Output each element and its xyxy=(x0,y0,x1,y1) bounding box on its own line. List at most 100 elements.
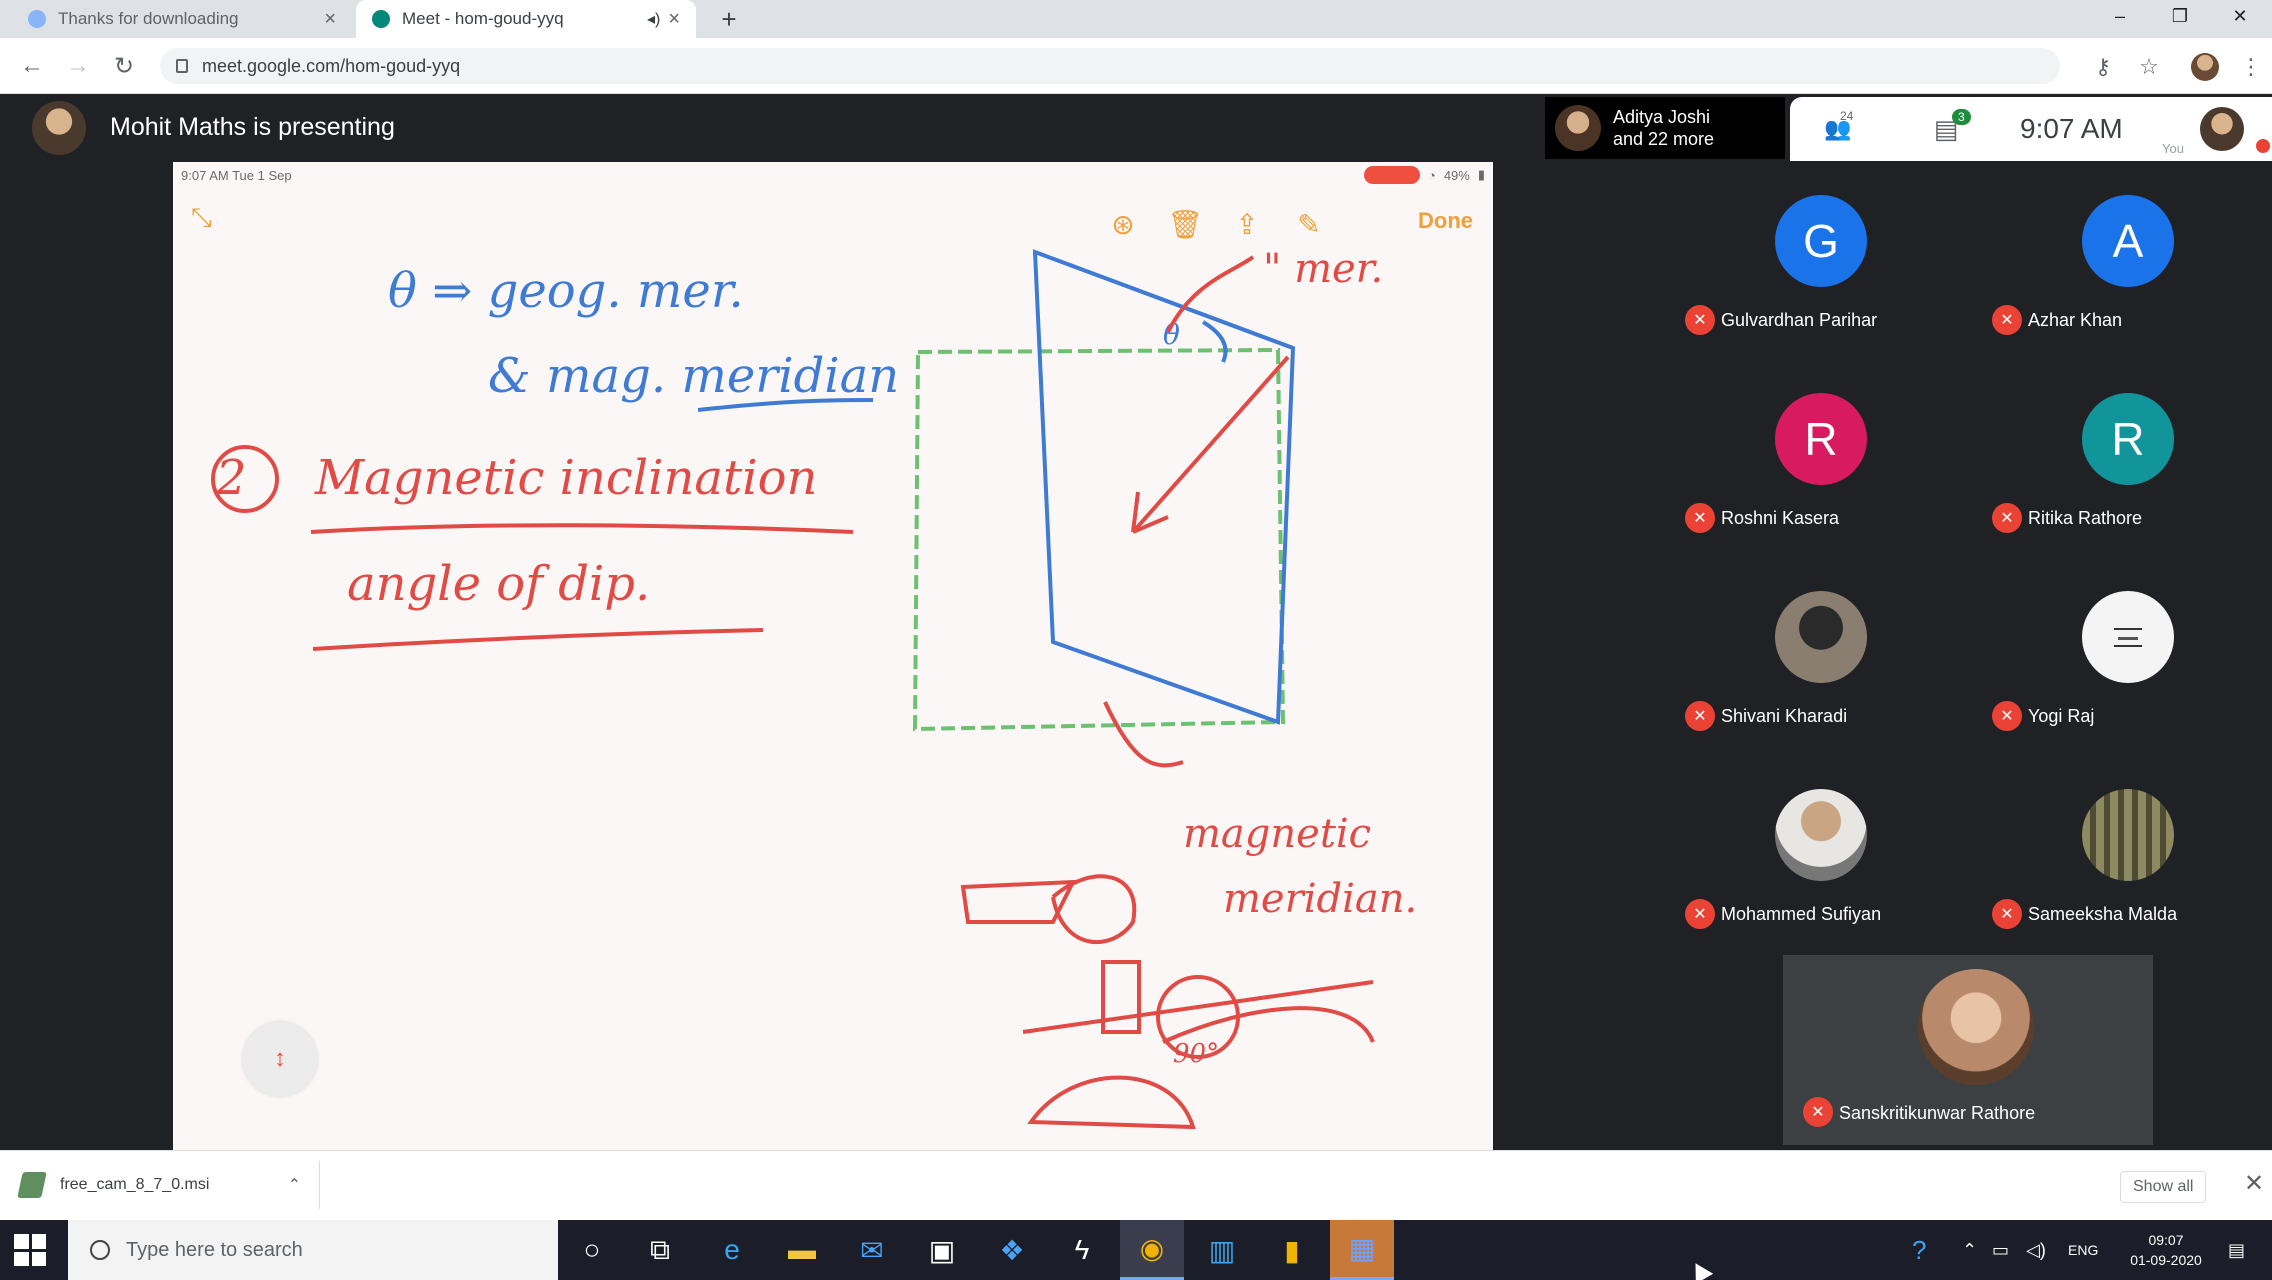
mic-off-icon: ✕ xyxy=(1803,1097,1833,1127)
participant-avatar: G xyxy=(1775,195,1867,287)
participant-name: Sameeksha Malda xyxy=(2028,904,2178,924)
people-icon[interactable]: 👥 24 xyxy=(1810,109,1866,149)
participant-avatar: A xyxy=(2082,195,2174,287)
pointer-arrow-bottom xyxy=(1103,701,1184,768)
shared-whiteboard[interactable]: 9:07 AM Tue 1 Sep ◔ 49% ▮ ⤡ ⊛ 🗑 ⇪ ✎ Done… xyxy=(173,162,1493,1150)
participant-name: Yogi Raj xyxy=(2028,706,2095,726)
close-tab-icon[interactable]: × xyxy=(324,8,336,31)
note-line-3: Magnetic inclination xyxy=(314,450,817,506)
address-bar[interactable]: meet.google.com/hom-goud-yyq xyxy=(160,48,2060,84)
tab-thanks-for-downloading[interactable]: Thanks for downloading × xyxy=(12,0,352,38)
note-line-2: & mag. meridian xyxy=(488,348,899,404)
tray-chevron-up-icon[interactable]: ⌃ xyxy=(1962,1220,1977,1280)
profile-avatar[interactable] xyxy=(2190,52,2220,82)
participant-tile[interactable]: ✕ Sanskritikunwar Rathore xyxy=(1783,955,2153,1145)
chrome-icon[interactable]: ◉ xyxy=(1120,1220,1184,1280)
mic-off-icon: ✕ xyxy=(1685,503,1715,533)
chevron-up-icon[interactable]: ⌃ xyxy=(288,1175,301,1195)
mail-icon[interactable]: ✉ xyxy=(840,1220,904,1280)
eye-sketch xyxy=(960,874,1137,945)
lock-icon xyxy=(176,59,188,73)
participant-tile[interactable]: ✕ Sameeksha Malda xyxy=(1972,759,2272,954)
label-top: " mer. xyxy=(1263,246,1383,292)
dropbox-icon[interactable]: ❖ xyxy=(980,1220,1044,1280)
participant-tile[interactable]: ✕ Mohammed Sufiyan xyxy=(1665,759,1965,954)
mic-off-icon: ✕ xyxy=(1992,503,2022,533)
self-avatar[interactable] xyxy=(2200,107,2244,151)
participant-avatar: R xyxy=(2082,393,2174,485)
close-shelf-icon[interactable]: ✕ xyxy=(2244,1169,2264,1198)
bookmark-star-icon[interactable]: ☆ xyxy=(2134,52,2164,82)
geographic-plane xyxy=(912,347,1286,732)
speaker-icon[interactable]: ◂) xyxy=(647,9,660,29)
pinned-participant[interactable]: Aditya Joshi and 22 more xyxy=(1545,97,1785,159)
language-indicator[interactable]: ENG xyxy=(2068,1220,2098,1280)
volume-icon[interactable]: ◁) xyxy=(2026,1220,2046,1280)
store-icon[interactable]: ▣ xyxy=(910,1220,974,1280)
pinned-participant-text: Aditya Joshi and 22 more xyxy=(1613,106,1714,150)
url-text: meet.google.com/hom-goud-yyq xyxy=(202,55,461,76)
participant-tile[interactable]: ✕ Shivani Kharadi xyxy=(1665,561,1965,756)
reload-icon[interactable]: ↻ xyxy=(108,50,140,82)
participant-name: Gulvardhan Parihar xyxy=(1721,310,1878,330)
meet-stage: Mohit Maths is presenting Aditya Joshi a… xyxy=(0,95,2272,1150)
download-item[interactable]: free_cam_8_7_0.msi ⌃ xyxy=(17,1161,320,1209)
close-window-button[interactable]: ✕ xyxy=(2210,0,2270,32)
pinned-name: Aditya Joshi xyxy=(1613,107,1711,127)
network-icon[interactable]: ▭ xyxy=(1992,1220,2009,1280)
participant-tile[interactable]: R ✕ Ritika Rathore xyxy=(1972,363,2272,558)
app-window-icon[interactable]: ▥ xyxy=(1190,1220,1254,1280)
cortana-icon[interactable]: ○ xyxy=(560,1220,624,1280)
presenter-avatar xyxy=(32,100,86,155)
participant-name: Shivani Kharadi xyxy=(1721,706,1848,726)
windows-start-icon[interactable] xyxy=(14,1234,46,1266)
participant-tile[interactable]: G ✕ Gulvardhan Parihar xyxy=(1665,165,1965,360)
underline-2 xyxy=(312,628,764,651)
taskbar-clock[interactable]: 09:07 01-09-2020 xyxy=(2126,1230,2206,1270)
show-all-button[interactable]: Show all xyxy=(2120,1171,2207,1203)
menu-icon[interactable]: ⋮ xyxy=(2236,52,2266,82)
participant-tile[interactable]: ▬▬ ✕ Yogi Raj xyxy=(1972,561,2272,756)
label-magnetic: magnetic xyxy=(1183,811,1371,857)
minimize-button[interactable]: – xyxy=(2090,0,2150,32)
people-count: 24 xyxy=(1840,109,1854,123)
close-tab-icon[interactable]: × xyxy=(668,8,680,31)
tab-label: Meet - hom-goud-yyq xyxy=(402,9,564,28)
participant-photo xyxy=(1918,969,2034,1085)
tab-meet[interactable]: Meet - hom-goud-yyq ◂) × xyxy=(356,0,696,38)
bolt-app-icon[interactable]: ϟ xyxy=(1050,1220,1114,1280)
participant-photo xyxy=(2082,789,2174,881)
participant-tile[interactable]: A ✕ Azhar Khan xyxy=(1972,165,2272,360)
download-shelf: free_cam_8_7_0.msi ⌃ Show all ✕ xyxy=(0,1150,2272,1220)
file-explorer-icon[interactable]: ▬ xyxy=(770,1220,834,1280)
teams-icon[interactable]: ▦ xyxy=(1330,1220,1394,1280)
pinned-more: and 22 more xyxy=(1613,129,1715,149)
meeting-clock: 9:07 AM xyxy=(2020,113,2123,144)
dip-arrow xyxy=(1131,355,1290,534)
participant-name: Ritika Rathore xyxy=(2028,508,2143,528)
forward-icon[interactable]: → xyxy=(62,50,94,82)
maximize-button[interactable]: ❐ xyxy=(2150,0,2210,32)
new-tab-button[interactable]: + xyxy=(712,0,746,38)
page-scroll-knob[interactable]: ↕ xyxy=(243,1022,317,1096)
tray-help-icon[interactable]: ? xyxy=(1912,1220,1926,1280)
participant-name: Sanskritikunwar Rathore xyxy=(1839,1103,2036,1123)
notifications-icon[interactable]: ▤ xyxy=(2228,1220,2245,1280)
chat-badge: 3 xyxy=(1952,109,1971,125)
you-label: You xyxy=(2162,141,2184,156)
back-icon[interactable]: ← xyxy=(16,50,48,82)
paint-icon[interactable]: ▮ xyxy=(1260,1220,1324,1280)
task-view-icon[interactable]: ⧉ xyxy=(628,1220,692,1280)
taskbar-search-input[interactable]: Type here to search xyxy=(68,1220,558,1280)
chat-icon[interactable]: ▤ 3 xyxy=(1918,109,1974,149)
participant-tile[interactable]: R ✕ Roshni Kasera xyxy=(1665,363,1965,558)
mic-off-icon: ✕ xyxy=(1992,701,2022,731)
participant-avatar xyxy=(1555,105,1601,151)
installer-file-icon xyxy=(17,1172,47,1198)
participant-photo xyxy=(1775,789,1867,881)
participant-avatar: R xyxy=(1775,393,1867,485)
participants-grid: G ✕ Gulvardhan Parihar A ✕ Azhar Khan R … xyxy=(1665,165,2272,1145)
participant-name: Roshni Kasera xyxy=(1721,508,1840,528)
key-icon[interactable]: ⚷ xyxy=(2088,52,2118,82)
edge-icon[interactable]: e xyxy=(700,1220,764,1280)
